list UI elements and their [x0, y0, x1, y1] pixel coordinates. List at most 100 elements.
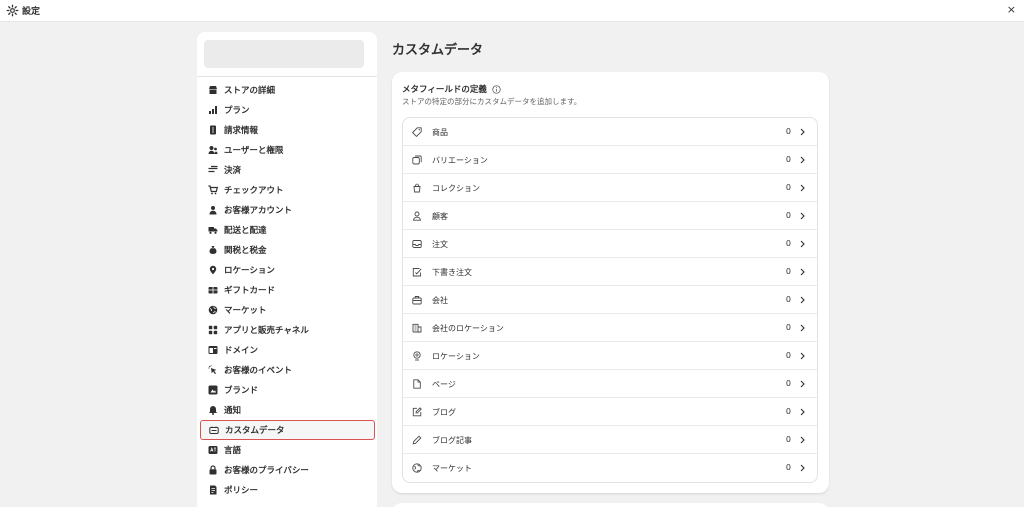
list-item[interactable]: ロケーション 0: [403, 342, 817, 370]
chevron-right-icon: [799, 436, 806, 444]
chevron-right-icon: [799, 268, 806, 276]
list-item[interactable]: マーケット 0: [403, 454, 817, 482]
sidebar-item[interactable]: 請求情報: [197, 120, 377, 140]
sidebar-item[interactable]: ストアの詳細: [197, 80, 377, 100]
list-item-label: 注文: [432, 240, 448, 249]
sidebar-item-label: 関税と税金: [224, 246, 267, 256]
sidebar-item[interactable]: 関税と税金: [197, 240, 377, 260]
sidebar-item[interactable]: 配送と配達: [197, 220, 377, 240]
sidebar-item-label: アプリと販売チャネル: [224, 326, 309, 336]
sidebar-item[interactable]: 通知: [197, 400, 377, 420]
company-icon: [412, 295, 422, 305]
sidebar-item-label: 決済: [224, 166, 242, 176]
sidebar-item-label: マーケット: [224, 306, 267, 316]
sidebar-item[interactable]: お客様アカウント: [197, 200, 377, 220]
company-location-icon: [412, 323, 422, 333]
close-button[interactable]: ×: [1007, 3, 1016, 17]
sidebar-item[interactable]: アプリと販売チャネル: [197, 320, 377, 340]
blog-icon: [412, 407, 422, 417]
money-bag-icon: [208, 245, 218, 255]
sidebar-item-label: お客様アカウント: [224, 206, 293, 216]
list-item-label: コレクション: [432, 184, 480, 193]
sidebar-item-label: 請求情報: [224, 126, 259, 136]
list-item[interactable]: ブログ記事 0: [403, 426, 817, 454]
sidebar-item[interactable]: 決済: [197, 160, 377, 180]
sidebar-item[interactable]: ロケーション: [197, 260, 377, 280]
sidebar-item[interactable]: お客様のプライバシー: [197, 460, 377, 480]
sidebar-item-label: 言語: [224, 446, 242, 456]
settings-nav: ストアの詳細 プラン請求情報ユーザーと権限決済チェックアウトお客様アカウント配送と…: [197, 80, 377, 500]
sidebar-item-label: ギフトカード: [224, 286, 276, 296]
sidebar-item[interactable]: プラン: [197, 100, 377, 120]
tag-icon: [412, 127, 422, 137]
list-item[interactable]: 会社 0: [403, 286, 817, 314]
list-item-label: マーケット: [432, 464, 472, 473]
truck-icon: [208, 225, 218, 235]
list-item[interactable]: ブログ 0: [403, 398, 817, 426]
sidebar-item[interactable]: ドメイン: [197, 340, 377, 360]
info-icon[interactable]: [492, 84, 501, 94]
sidebar-divider: [197, 76, 377, 77]
draft-order-icon: [412, 267, 422, 277]
sidebar-item[interactable]: カスタムデータ: [200, 420, 375, 440]
sidebar-item[interactable]: ブランド: [197, 380, 377, 400]
secondary-card: [392, 503, 829, 507]
sidebar-item[interactable]: お客様のイベント: [197, 360, 377, 380]
list-item[interactable]: 会社のロケーション 0: [403, 314, 817, 342]
sidebar-item-label: お客様のイベント: [224, 366, 293, 376]
list-item[interactable]: 下書き注文 0: [403, 258, 817, 286]
list-item[interactable]: 注文 0: [403, 230, 817, 258]
store-selector[interactable]: [204, 40, 364, 68]
chevron-right-icon: [799, 212, 806, 220]
list-item-label: ページ: [432, 380, 456, 389]
list-item-count: 0: [785, 155, 791, 164]
sidebar-item-label: カスタムデータ: [225, 426, 285, 436]
chevron-right-icon: [799, 464, 806, 472]
settings-sidebar: ストアの詳細 プラン請求情報ユーザーと権限決済チェックアウトお客様アカウント配送と…: [197, 32, 377, 507]
list-item-count: 0: [785, 295, 791, 304]
list-item[interactable]: バリエーション 0: [403, 146, 817, 174]
sidebar-item[interactable]: ポリシー: [197, 480, 377, 500]
chevron-right-icon: [799, 352, 806, 360]
globe-icon: [208, 305, 218, 315]
sidebar-item-label: ロケーション: [224, 266, 275, 276]
list-item-count: 0: [785, 463, 791, 472]
sidebar-item[interactable]: チェックアウト: [197, 180, 377, 200]
sidebar-item-label: プラン: [224, 106, 250, 116]
sidebar-item[interactable]: ユーザーと権限: [197, 140, 377, 160]
cursor-icon: [208, 365, 218, 375]
sidebar-item-label: ストアの詳細: [224, 86, 276, 96]
sidebar-item[interactable]: マーケット: [197, 300, 377, 320]
sidebar-item-label: ブランド: [224, 386, 259, 396]
list-item-label: ロケーション: [432, 352, 480, 361]
list-item[interactable]: ページ 0: [403, 370, 817, 398]
chevron-right-icon: [799, 184, 806, 192]
list-item[interactable]: 商品 0: [403, 118, 817, 146]
window-titlebar: 設定 ×: [0, 0, 1024, 22]
plan-icon: [208, 105, 218, 115]
sidebar-item[interactable]: 言語: [197, 440, 377, 460]
chevron-right-icon: [799, 128, 806, 136]
list-item-count: 0: [785, 239, 791, 248]
users-icon: [208, 145, 218, 155]
list-item-count: 0: [785, 323, 791, 332]
list-item[interactable]: 顧客 0: [403, 202, 817, 230]
list-item-count: 0: [785, 435, 791, 444]
person-outline-icon: [412, 211, 422, 221]
page-title: カスタムデータ: [392, 43, 484, 58]
list-item-count: 0: [785, 267, 791, 276]
chevron-right-icon: [799, 296, 806, 304]
chevron-right-icon: [799, 408, 806, 416]
list-item-count: 0: [785, 127, 791, 136]
sidebar-item[interactable]: ギフトカード: [197, 280, 377, 300]
list-item-label: 顧客: [432, 212, 448, 221]
language-icon: [208, 445, 218, 455]
lock-icon: [208, 465, 218, 475]
list-item-label: バリエーション: [432, 156, 488, 165]
store-icon: [208, 85, 218, 95]
list-item-label: ブログ: [432, 408, 456, 417]
location-icon: [208, 265, 218, 275]
metafield-resource-list: 商品 0 バリエーション 0 コレクション 0 顧客 0 注文 0 下書き注文 0 会社 0 会社のロケーシ…: [402, 117, 818, 483]
list-item[interactable]: コレクション 0: [403, 174, 817, 202]
cart-icon: [208, 185, 218, 195]
